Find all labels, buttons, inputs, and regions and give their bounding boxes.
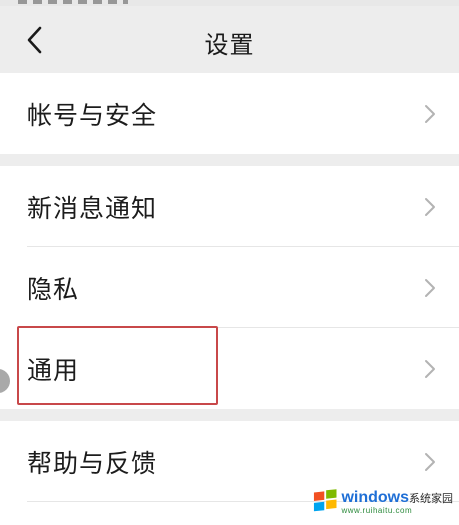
settings-item-label: 隐私 xyxy=(27,274,80,304)
settings-item-label: 新消息通知 xyxy=(27,193,158,223)
settings-item-general[interactable]: 通用 xyxy=(0,328,459,409)
settings-item-label: 帐号与安全 xyxy=(27,100,158,130)
chevron-right-icon xyxy=(425,197,435,216)
status-bar-icons xyxy=(18,0,128,4)
settings-item-account-security[interactable]: 帐号与安全 xyxy=(0,73,459,154)
settings-screen: 设置 帐号与安全 新消息通知 隐私 通用 帮助与反馈 windows系统家园 w… xyxy=(0,0,459,525)
chevron-right-icon xyxy=(425,359,435,378)
settings-item-label: 通用 xyxy=(27,355,80,385)
settings-item-label: 帮助与反馈 xyxy=(27,448,158,478)
chevron-right-icon xyxy=(425,278,435,297)
settings-item-notifications[interactable]: 新消息通知 xyxy=(0,166,459,247)
settings-item-help-feedback[interactable]: 帮助与反馈 xyxy=(0,421,459,502)
chevron-right-icon xyxy=(425,104,435,123)
settings-group-help: 帮助与反馈 xyxy=(0,421,459,525)
settings-group-account: 帐号与安全 xyxy=(0,73,459,154)
navigation-bar: 设置 xyxy=(0,6,459,72)
settings-group-general: 新消息通知 隐私 通用 xyxy=(0,166,459,409)
settings-item-privacy[interactable]: 隐私 xyxy=(0,247,459,328)
chevron-right-icon xyxy=(425,452,435,471)
page-title: 设置 xyxy=(204,31,255,59)
row-divider xyxy=(27,501,459,502)
